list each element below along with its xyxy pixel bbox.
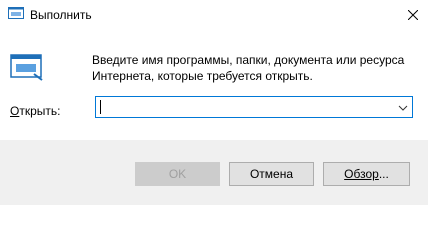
- open-combobox[interactable]: [95, 96, 413, 118]
- ok-button-label: OK: [168, 167, 187, 181]
- ok-button[interactable]: OK: [135, 162, 220, 186]
- browse-label-suffix: ...: [378, 167, 389, 181]
- text-caret: [100, 100, 101, 114]
- browse-button[interactable]: Обзор...: [323, 162, 410, 186]
- close-button[interactable]: [398, 0, 428, 30]
- window-title: Выполнить: [30, 8, 92, 22]
- cancel-button-label: Отмена: [249, 167, 294, 181]
- chevron-down-icon[interactable]: [398, 102, 408, 112]
- dialog-footer: OK Отмена Обзор...: [0, 140, 428, 205]
- run-icon: [8, 7, 24, 21]
- open-label-rest: ткрыть:: [19, 104, 61, 118]
- open-label-accel: О: [10, 104, 20, 118]
- browse-label-prefix: Обзор: [344, 167, 379, 181]
- open-label: Открыть:: [10, 104, 60, 118]
- dialog-content: Введите имя программы, папки, документа …: [0, 30, 428, 140]
- close-icon: [408, 10, 418, 20]
- title-bar: Выполнить: [0, 0, 428, 30]
- dialog-description: Введите имя программы, папки, документа …: [92, 53, 405, 83]
- browse-button-label: Обзор...: [344, 167, 389, 181]
- run-large-icon: [10, 54, 44, 82]
- cancel-button[interactable]: Отмена: [229, 162, 314, 186]
